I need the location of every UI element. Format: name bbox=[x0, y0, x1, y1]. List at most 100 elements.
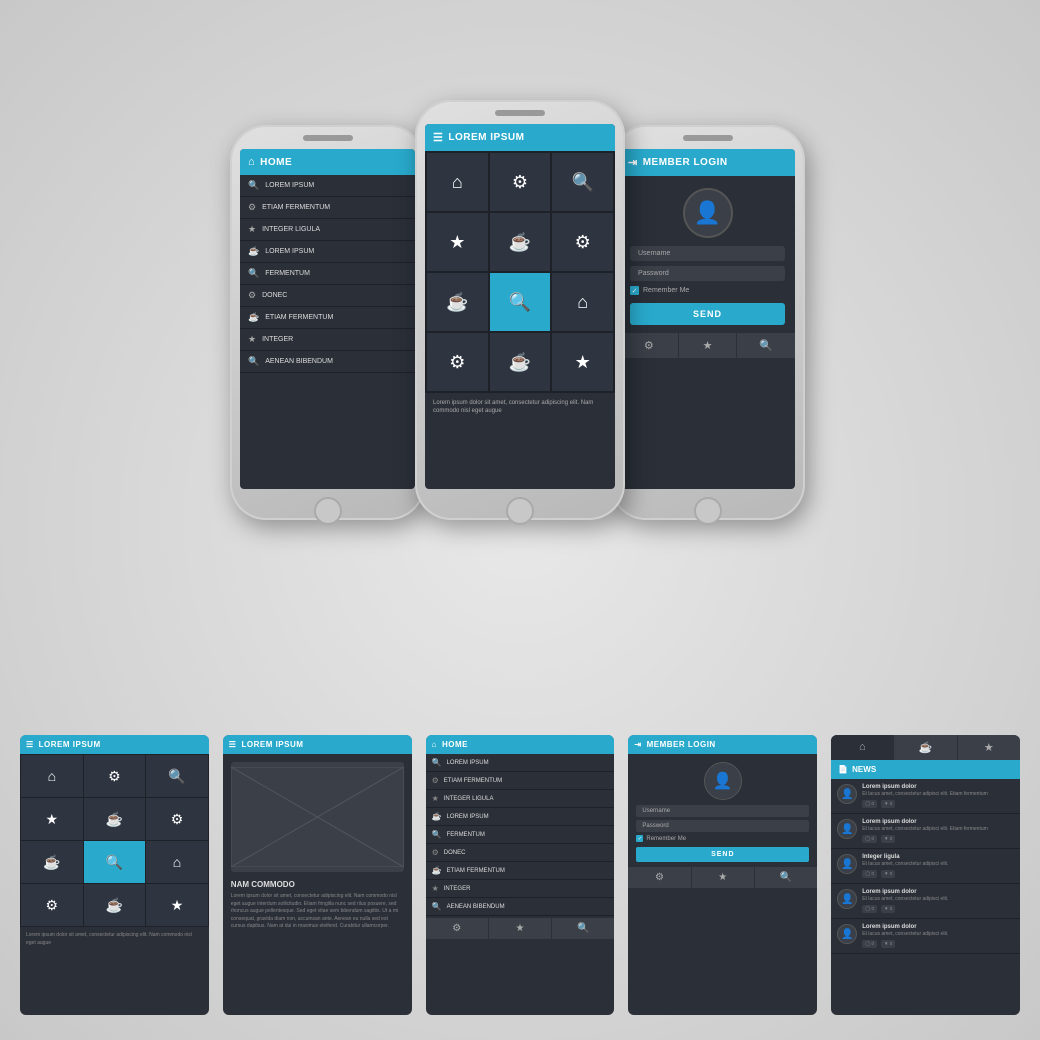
sm-menu-item-3[interactable]: ★ INTEGER LIGULA bbox=[426, 790, 615, 808]
sm-login-bbar-star[interactable]: ★ bbox=[692, 867, 755, 888]
grid-cell-home2[interactable]: ⌂ bbox=[552, 273, 613, 331]
news-item-5[interactable]: 👤 Lorem ipsum dolor Et lacus amet, conse… bbox=[831, 919, 1020, 954]
sm-login-bbar-gear[interactable]: ⚙ bbox=[628, 867, 691, 888]
sm-login-icon: ⇥ bbox=[634, 740, 641, 749]
sm-cell-search-active[interactable]: 🔍 bbox=[84, 841, 146, 883]
grid-cell-coffee1[interactable]: ☕ bbox=[490, 213, 551, 271]
center-footer-text: Lorem ipsum dolor sit amet, consectetur … bbox=[425, 393, 615, 422]
sm-send-button[interactable]: SEND bbox=[636, 847, 809, 862]
sm-menu-item-5[interactable]: 🔍 FERMENTUM bbox=[426, 826, 615, 844]
small-screen-login: ⇥ MEMBER LOGIN 👤 Username Password ✓ Rem… bbox=[628, 735, 817, 1015]
star-icon-2: ★ bbox=[248, 334, 256, 345]
news-avatar-4: 👤 bbox=[837, 889, 857, 909]
phone-left: ⌂ HOME 🔍 LOREM IPSUM ⚙ ETIAM FERMENTUM ★… bbox=[230, 125, 425, 520]
sm-coffee-icon-2: ☕ bbox=[432, 866, 442, 875]
news-title-1: Lorem ipsum dolor bbox=[862, 784, 1014, 790]
sm-remember-label: Remember Me bbox=[646, 836, 686, 842]
sm-menu-item-4[interactable]: ☕ LOREM IPSUM bbox=[426, 808, 615, 826]
phone-right-title: MEMBER LOGIN bbox=[643, 157, 728, 168]
sm-coffee-icon-1: ☕ bbox=[432, 812, 442, 821]
small-screen-content: ☰ LOREM IPSUM NAM COMMODO Lorem ipsum do… bbox=[223, 735, 412, 1015]
grid-cell-gear2[interactable]: ⚙ bbox=[552, 213, 613, 271]
grid-cell-star2[interactable]: ★ bbox=[552, 333, 613, 391]
menu-item-4[interactable]: ☕ LOREM IPSUM bbox=[240, 241, 415, 263]
menu-item-5[interactable]: 🔍 FERMENTUM bbox=[240, 263, 415, 285]
sm-menu-item-1[interactable]: 🔍 LOREM IPSUM bbox=[426, 754, 615, 772]
phone-center-home-btn[interactable] bbox=[506, 497, 534, 525]
news-badge-4b: ▼ 0 bbox=[881, 905, 895, 913]
phone-center: ☰ LOREM IPSUM ⌂ ⚙ 🔍 ★ ☕ ⚙ ☕ 🔍 ⌂ ⚙ ☕ ★ Lo… bbox=[415, 100, 625, 520]
sm-bbar-search[interactable]: 🔍 bbox=[552, 918, 614, 939]
sm-login-title: MEMBER LOGIN bbox=[647, 740, 716, 749]
sm-menu-item-2[interactable]: ⚙ ETIAM FERMENTUM bbox=[426, 772, 615, 790]
send-button[interactable]: SEND bbox=[630, 303, 785, 325]
menu-item-1[interactable]: 🔍 LOREM IPSUM bbox=[240, 175, 415, 197]
sm-cell-coffee3[interactable]: ☕ bbox=[84, 884, 146, 926]
grid-cell-gear3[interactable]: ⚙ bbox=[427, 333, 488, 391]
password-field[interactable]: Password bbox=[630, 266, 785, 281]
sm-cell-search[interactable]: 🔍 bbox=[146, 755, 208, 797]
sm-cell-gear2[interactable]: ⚙ bbox=[146, 798, 208, 840]
sm-cell-home[interactable]: ⌂ bbox=[21, 755, 83, 797]
sm-cell-star2[interactable]: ★ bbox=[146, 884, 208, 926]
grid-cell-gear1[interactable]: ⚙ bbox=[490, 153, 551, 211]
sm-cell-star[interactable]: ★ bbox=[21, 798, 83, 840]
tab-star[interactable]: ★ bbox=[958, 735, 1020, 760]
phone-speaker-right bbox=[683, 135, 733, 141]
phone-speaker-left bbox=[303, 135, 353, 141]
tab-home[interactable]: ⌂ bbox=[831, 735, 894, 760]
sm-menu-item-9[interactable]: 🔍 AENEAN BIBENDUM bbox=[426, 898, 615, 916]
bottom-star-icon[interactable]: ★ bbox=[679, 333, 738, 358]
sm-menu-item-7[interactable]: ☕ ETIAM FERMENTUM bbox=[426, 862, 615, 880]
bottom-search-icon[interactable]: 🔍 bbox=[737, 333, 795, 358]
grid-cell-search1[interactable]: 🔍 bbox=[552, 153, 613, 211]
sm-username-field[interactable]: Username bbox=[636, 805, 809, 817]
sm-bbar-star[interactable]: ★ bbox=[489, 918, 552, 939]
menu-item-9[interactable]: 🔍 AENEAN BIBENDUM bbox=[240, 351, 415, 373]
news-content-5: Lorem ipsum dolor Et lacus amet, consect… bbox=[862, 924, 1014, 948]
sm-cell-home2[interactable]: ⌂ bbox=[146, 841, 208, 883]
news-badge-2a: ◯ 0 bbox=[862, 835, 877, 843]
remember-checkbox[interactable]: ✓ bbox=[630, 286, 639, 295]
remember-me[interactable]: ✓ Remember Me bbox=[630, 286, 785, 295]
news-badge-3b: ▼ 0 bbox=[881, 870, 895, 878]
grid-cell-coffee2[interactable]: ☕ bbox=[427, 273, 488, 331]
sm-cell-coffee2[interactable]: ☕ bbox=[21, 841, 83, 883]
grid-cell-star[interactable]: ★ bbox=[427, 213, 488, 271]
grid-cell-home[interactable]: ⌂ bbox=[427, 153, 488, 211]
menu-item-7[interactable]: ☕ ETIAM FERMENTUM bbox=[240, 307, 415, 329]
menu-item-2[interactable]: ⚙ ETIAM FERMENTUM bbox=[240, 197, 415, 219]
news-title-2: Lorem ipsum dolor bbox=[862, 819, 1014, 825]
phone-left-home-btn[interactable] bbox=[314, 497, 342, 525]
news-badge-5a: ◯ 0 bbox=[862, 940, 877, 948]
sm-remember-me[interactable]: ✓ Remember Me bbox=[636, 835, 809, 842]
sm-cell-gear[interactable]: ⚙ bbox=[84, 755, 146, 797]
content-image-placeholder bbox=[231, 762, 404, 872]
sm-cell-gear3[interactable]: ⚙ bbox=[21, 884, 83, 926]
bottom-gear-icon[interactable]: ⚙ bbox=[620, 333, 679, 358]
username-field[interactable]: Username bbox=[630, 246, 785, 261]
menu-item-8[interactable]: ★ INTEGER bbox=[240, 329, 415, 351]
sm-login-bbar-search[interactable]: 🔍 bbox=[755, 867, 817, 888]
sm-menu-item-8[interactable]: ★ INTEGER bbox=[426, 880, 615, 898]
menu-icon: ☰ bbox=[433, 131, 443, 144]
phone-right-home-btn[interactable] bbox=[694, 497, 722, 525]
news-item-3[interactable]: 👤 Integer ligula Et lacus amet, consecte… bbox=[831, 849, 1020, 884]
sm-password-field[interactable]: Password bbox=[636, 820, 809, 832]
news-avatar-3: 👤 bbox=[837, 854, 857, 874]
menu-item-6[interactable]: ⚙ DONEC bbox=[240, 285, 415, 307]
news-meta-4: ◯ 0 ▼ 0 bbox=[862, 905, 1014, 913]
sm-menu-item-6[interactable]: ⚙ DONEC bbox=[426, 844, 615, 862]
news-item-4[interactable]: 👤 Lorem ipsum dolor Et lacus amet, conse… bbox=[831, 884, 1020, 919]
tab-coffee[interactable]: ☕ bbox=[894, 735, 957, 760]
search-icon: 🔍 bbox=[248, 180, 259, 191]
news-item-1[interactable]: 👤 Lorem ipsum dolor Et lacus amet, conse… bbox=[831, 779, 1020, 814]
grid-cell-search2-active[interactable]: 🔍 bbox=[490, 273, 551, 331]
sm-remember-checkbox[interactable]: ✓ bbox=[636, 835, 643, 842]
grid-cell-coffee3[interactable]: ☕ bbox=[490, 333, 551, 391]
news-item-2[interactable]: 👤 Lorem ipsum dolor Et lacus amet, conse… bbox=[831, 814, 1020, 849]
menu-item-3[interactable]: ★ INTEGER LIGULA bbox=[240, 219, 415, 241]
news-top-tabs: ⌂ ☕ ★ bbox=[831, 735, 1020, 760]
sm-bbar-gear[interactable]: ⚙ bbox=[426, 918, 489, 939]
sm-cell-coffee[interactable]: ☕ bbox=[84, 798, 146, 840]
